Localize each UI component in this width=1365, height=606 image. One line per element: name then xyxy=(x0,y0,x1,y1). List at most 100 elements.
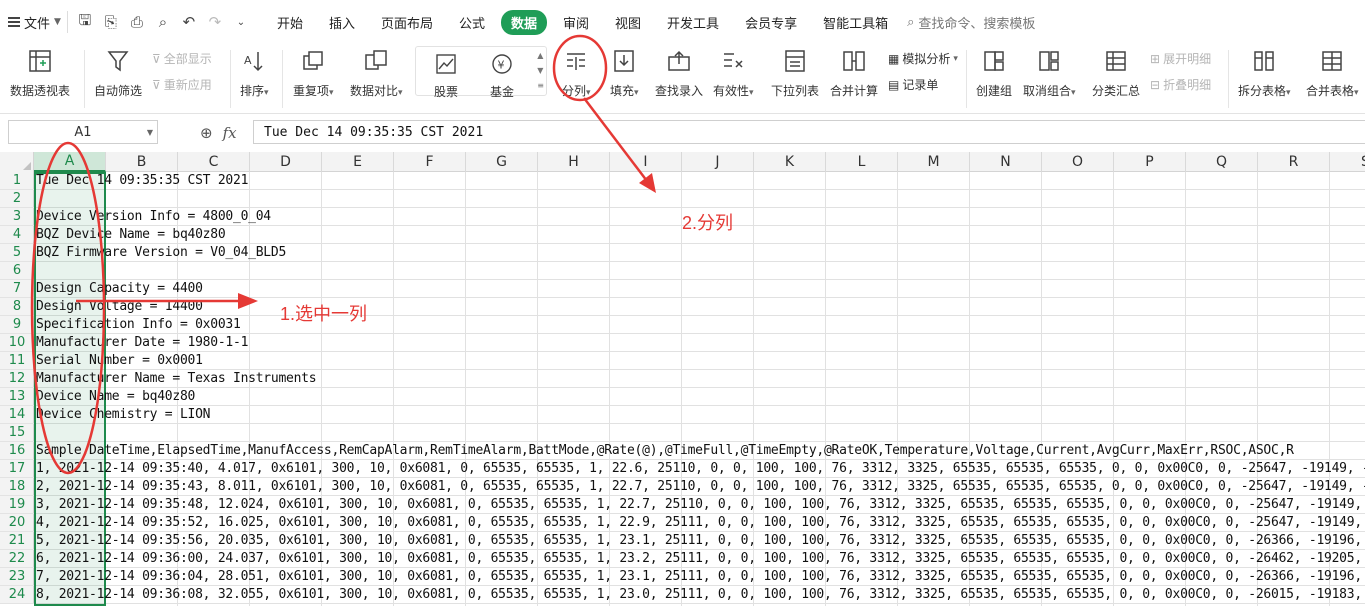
column-header-j[interactable]: J xyxy=(682,152,754,172)
column-header-g[interactable]: G xyxy=(466,152,538,172)
row-header[interactable]: 10 xyxy=(0,334,34,352)
column-header-b[interactable]: B xyxy=(106,152,178,172)
column-header-k[interactable]: K xyxy=(754,152,826,172)
row-header[interactable]: 23 xyxy=(0,568,34,586)
create-group-button[interactable]: 创建组 xyxy=(976,46,1012,99)
tab-formulas[interactable]: 公式 xyxy=(449,10,495,35)
tab-member[interactable]: 会员专享 xyxy=(735,10,807,35)
column-header-d[interactable]: D xyxy=(250,152,322,172)
column-header-m[interactable]: M xyxy=(898,152,970,172)
cell-a7[interactable]: Design Capacity = 4400 xyxy=(36,280,203,298)
row-header[interactable]: 14 xyxy=(0,406,34,424)
name-box[interactable]: A1 ▼ xyxy=(8,120,158,144)
print-icon[interactable]: ⎙ xyxy=(128,13,146,31)
column-header-n[interactable]: N xyxy=(970,152,1042,172)
cell-a9[interactable]: Specification Info = 0x0031 xyxy=(36,316,241,334)
column-header-p[interactable]: P xyxy=(1114,152,1186,172)
chevron-down-icon[interactable]: ▼ xyxy=(147,128,153,137)
split-columns-button[interactable]: 分列▾ xyxy=(562,46,591,99)
row-header[interactable]: 19 xyxy=(0,496,34,514)
row-header[interactable]: 4 xyxy=(0,226,34,244)
reapply-button[interactable]: ⊽ 重新应用 xyxy=(152,76,212,93)
row-header[interactable]: 5 xyxy=(0,244,34,262)
split-table-button[interactable]: 拆分表格▾ xyxy=(1238,46,1291,99)
column-header-c[interactable]: C xyxy=(178,152,250,172)
cell-a11[interactable]: Serial Number = 0x0001 xyxy=(36,352,203,370)
row-header[interactable]: 17 xyxy=(0,460,34,478)
cell-a10[interactable]: Manufacturer Date = 1980-1-1 xyxy=(36,334,248,352)
row-header[interactable]: 2 xyxy=(0,190,34,208)
tab-developer[interactable]: 开发工具 xyxy=(657,10,729,35)
tab-data[interactable]: 数据 xyxy=(501,9,548,35)
show-all-button[interactable]: ⊽ 全部显示 xyxy=(152,50,212,67)
stocks-button[interactable]: 股票 xyxy=(434,49,458,100)
column-header-e[interactable]: E xyxy=(322,152,394,172)
row-header[interactable]: 13 xyxy=(0,388,34,406)
subtotal-button[interactable]: 分类汇总 xyxy=(1092,46,1140,99)
row-header[interactable]: 16 xyxy=(0,442,34,460)
row-header[interactable]: 15 xyxy=(0,424,34,442)
row-header[interactable]: 24 xyxy=(0,586,34,604)
cell-a22[interactable]: 6, 2021-12-14 09:36:00, 24.037, 0x6101, … xyxy=(36,550,1365,568)
duplicates-button[interactable]: 重复项▾ xyxy=(293,46,334,99)
tab-view[interactable]: 视图 xyxy=(605,10,651,35)
cell-a8[interactable]: Design Voltage = 14400 xyxy=(36,298,203,316)
cell-a23[interactable]: 7, 2021-12-14 09:36:04, 28.051, 0x6101, … xyxy=(36,568,1365,586)
expand-detail-button[interactable]: ⊞ 展开明细 xyxy=(1150,50,1211,67)
column-header-o[interactable]: O xyxy=(1042,152,1114,172)
zoom-icon[interactable]: ⊕ xyxy=(200,124,213,142)
tab-review[interactable]: 审阅 xyxy=(553,10,599,35)
tab-page-layout[interactable]: 页面布局 xyxy=(371,10,443,35)
cell-a17[interactable]: 1, 2021-12-14 09:35:40, 4.017, 0x6101, 3… xyxy=(36,460,1365,478)
cell-a14[interactable]: Device Chemistry = LION xyxy=(36,406,211,424)
fx-icon[interactable]: fx xyxy=(223,124,237,142)
pivot-table-button[interactable]: 数据透视表 xyxy=(10,46,70,99)
row-header[interactable]: 3 xyxy=(0,208,34,226)
row-header[interactable]: 9 xyxy=(0,316,34,334)
column-header-h[interactable]: H xyxy=(538,152,610,172)
column-header-q[interactable]: Q xyxy=(1186,152,1258,172)
ungroup-button[interactable]: 取消组合▾ xyxy=(1023,46,1076,99)
row-header[interactable]: 18 xyxy=(0,478,34,496)
collapse-detail-button[interactable]: ⊟ 折叠明细 xyxy=(1150,76,1211,93)
cell-a12[interactable]: Manufacturer Name = Texas Instruments xyxy=(36,370,317,388)
cell-a13[interactable]: Device Name = bq40z80 xyxy=(36,388,195,406)
save-icon[interactable]: 🖫 xyxy=(76,10,94,35)
validity-button[interactable]: 有效性▾ xyxy=(713,46,754,99)
fill-button[interactable]: 填充▾ xyxy=(610,46,639,99)
command-search[interactable]: ⌕ 查找命令、搜索模板 xyxy=(907,13,1035,32)
cell-a3[interactable]: Device Version Info = 4800_0_04 xyxy=(36,208,271,226)
row-header[interactable]: 6 xyxy=(0,262,34,280)
row-header[interactable]: 8 xyxy=(0,298,34,316)
cell-a5[interactable]: BQZ Firmware Version = V0_04_BLD5 xyxy=(36,244,286,262)
column-header-a[interactable]: A xyxy=(34,152,106,172)
row-header[interactable]: 22 xyxy=(0,550,34,568)
column-header-l[interactable]: L xyxy=(826,152,898,172)
cell-a1[interactable]: Tue Dec 14 09:35:35 CST 2021 xyxy=(36,172,248,190)
dropdown-list-button[interactable]: 下拉列表 xyxy=(771,46,819,99)
chevron-down-icon[interactable]: ▼ xyxy=(537,66,544,75)
customize-icon[interactable]: ⌄ xyxy=(232,17,250,28)
cell-a18[interactable]: 2, 2021-12-14 09:35:43, 8.011, 0x6101, 3… xyxy=(36,478,1365,496)
funds-button[interactable]: ¥ 基金 xyxy=(490,49,514,100)
column-header-f[interactable]: F xyxy=(394,152,466,172)
row-header[interactable]: 21 xyxy=(0,532,34,550)
gallery-more-icon[interactable]: ≡ xyxy=(537,81,544,90)
row-header[interactable]: 7 xyxy=(0,280,34,298)
row-header[interactable]: 11 xyxy=(0,352,34,370)
cell-a19[interactable]: 3, 2021-12-14 09:35:48, 12.024, 0x6101, … xyxy=(36,496,1365,514)
gallery-scroll[interactable]: ▲ ▼ ≡ xyxy=(537,51,544,90)
row-header[interactable]: 20 xyxy=(0,514,34,532)
simulation-analysis-button[interactable]: ▦ 模拟分析 ▾ xyxy=(888,50,958,67)
undo-icon[interactable]: ↶ xyxy=(180,13,198,31)
cell-a24[interactable]: 8, 2021-12-14 09:36:08, 32.055, 0x6101, … xyxy=(36,586,1365,604)
column-header-r[interactable]: R xyxy=(1258,152,1330,172)
row-header[interactable]: 12 xyxy=(0,370,34,388)
redo-icon[interactable]: ↷ xyxy=(206,13,224,31)
file-menu[interactable]: 文件 ▼ xyxy=(0,8,67,36)
tab-insert[interactable]: 插入 xyxy=(319,10,365,35)
merge-table-button[interactable]: 合并表格▾ xyxy=(1306,46,1359,99)
autofilter-button[interactable]: 自动筛选 xyxy=(94,46,142,99)
tab-home[interactable]: 开始 xyxy=(267,10,313,35)
cell-a16[interactable]: Sample,DateTime,ElapsedTime,ManufAccess,… xyxy=(36,442,1294,460)
